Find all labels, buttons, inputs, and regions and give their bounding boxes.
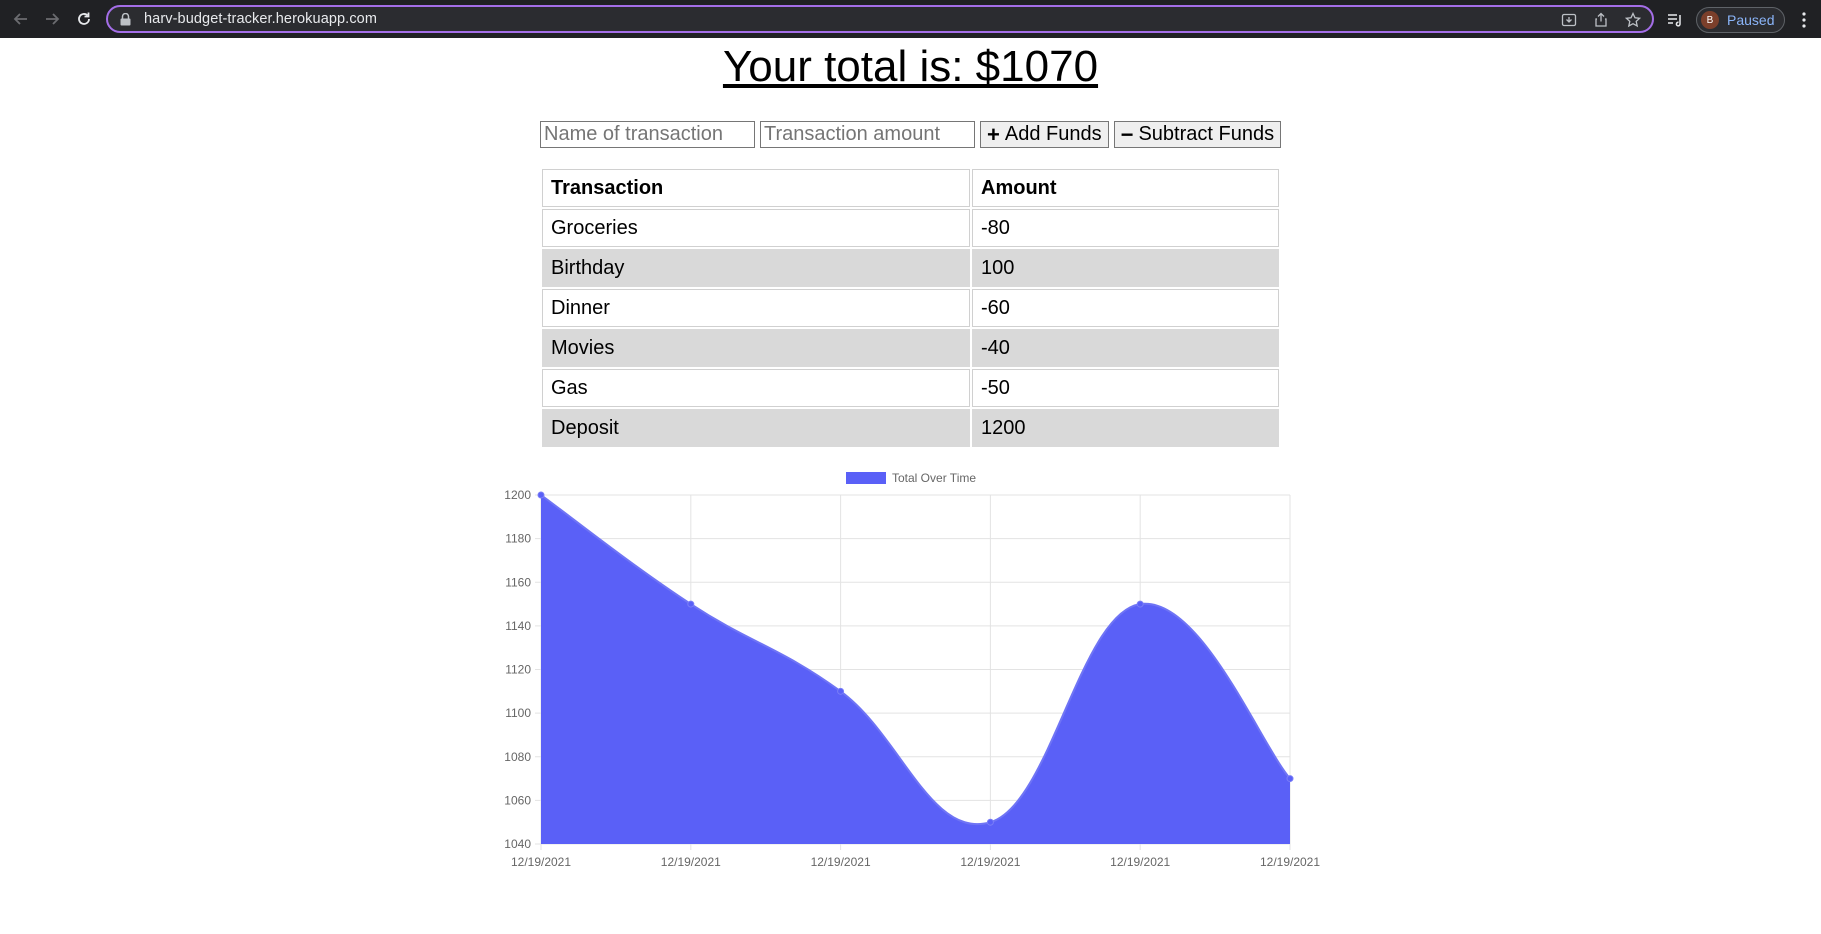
y-tick-label: 1060 — [504, 793, 531, 807]
data-point — [687, 600, 695, 608]
transaction-amount: -80 — [972, 209, 1279, 247]
forward-icon[interactable] — [40, 7, 64, 31]
x-tick-label: 12/19/2021 — [960, 855, 1020, 869]
x-tick-label: 12/19/2021 — [1110, 855, 1170, 869]
data-point — [986, 818, 994, 826]
transaction-form: + Add Funds − Subtract Funds — [540, 121, 1282, 148]
table-header-row: Transaction Amount — [542, 169, 1279, 207]
y-tick-label: 1080 — [504, 750, 531, 764]
table-row: Deposit 1200 — [542, 409, 1279, 447]
bookmark-star-icon[interactable] — [1624, 11, 1642, 29]
avatar: B — [1701, 11, 1719, 29]
transaction-amount: -50 — [972, 369, 1279, 407]
subtract-funds-button[interactable]: − Subtract Funds — [1113, 121, 1282, 148]
data-point — [1286, 775, 1294, 783]
x-tick-label: 12/19/2021 — [511, 855, 571, 869]
data-point — [537, 491, 545, 499]
table-row: Gas -50 — [542, 369, 1279, 407]
plus-icon: + — [987, 121, 1000, 147]
transaction-amount: 100 — [972, 249, 1279, 287]
transaction-name: Groceries — [542, 209, 970, 247]
transaction-name: Dinner — [542, 289, 970, 327]
transaction-amount-input[interactable] — [760, 121, 975, 148]
table-row: Dinner -60 — [542, 289, 1279, 327]
install-app-icon[interactable] — [1560, 11, 1578, 29]
back-icon[interactable] — [9, 7, 33, 31]
transaction-name: Movies — [542, 329, 970, 367]
transaction-amount: -40 — [972, 329, 1279, 367]
lock-icon[interactable] — [120, 12, 134, 26]
subtract-funds-label: Subtract Funds — [1138, 123, 1275, 145]
reading-list-icon[interactable] — [1664, 9, 1686, 31]
table-row: Movies -40 — [542, 329, 1279, 367]
legend-swatch — [846, 472, 886, 484]
minus-icon: − — [1120, 121, 1134, 147]
transaction-name-input[interactable] — [540, 121, 755, 148]
table-row: Birthday 100 — [542, 249, 1279, 287]
address-bar[interactable]: harv-budget-tracker.herokuapp.com — [106, 5, 1654, 33]
transactions-table: Transaction Amount Groceries -80 Birthda… — [540, 167, 1281, 449]
add-funds-button[interactable]: + Add Funds — [980, 121, 1109, 148]
data-point — [1136, 600, 1144, 608]
data-point — [837, 687, 845, 695]
url-text[interactable]: harv-budget-tracker.herokuapp.com — [144, 11, 377, 27]
x-tick-label: 12/19/2021 — [1260, 855, 1320, 869]
y-tick-label: 1040 — [504, 837, 531, 851]
browser-toolbar: harv-budget-tracker.herokuapp.com B Paus… — [0, 0, 1821, 38]
y-tick-label: 1180 — [505, 532, 531, 546]
y-tick-label: 1100 — [505, 706, 531, 720]
kebab-menu-icon[interactable] — [1795, 9, 1813, 31]
x-tick-label: 12/19/2021 — [661, 855, 721, 869]
table-row: Groceries -80 — [542, 209, 1279, 247]
y-tick-label: 1200 — [504, 488, 531, 502]
transaction-name: Gas — [542, 369, 970, 407]
y-tick-label: 1140 — [505, 619, 531, 633]
profile-button[interactable]: B Paused — [1696, 7, 1786, 33]
total-over-time-chart[interactable]: 1040 1060 1080 1100 1120 1140 1160 1180 1200 12/1… — [0, 460, 1821, 880]
transaction-name: Deposit — [542, 409, 970, 447]
y-tick-label: 1120 — [505, 663, 531, 677]
y-tick-label: 1160 — [505, 575, 531, 589]
total-heading: Your total is: $1070 — [722, 42, 1099, 91]
header-amount: Amount — [972, 169, 1279, 207]
x-tick-label: 12/19/2021 — [811, 855, 871, 869]
legend-label: Total Over Time — [892, 471, 976, 485]
transaction-amount: -60 — [972, 289, 1279, 327]
add-funds-label: Add Funds — [1004, 123, 1102, 145]
transaction-amount: 1200 — [972, 409, 1279, 447]
profile-status: Paused — [1727, 12, 1775, 28]
transaction-name: Birthday — [542, 249, 970, 287]
share-icon[interactable] — [1592, 11, 1610, 29]
header-transaction: Transaction — [542, 169, 970, 207]
reload-icon[interactable] — [72, 7, 96, 31]
